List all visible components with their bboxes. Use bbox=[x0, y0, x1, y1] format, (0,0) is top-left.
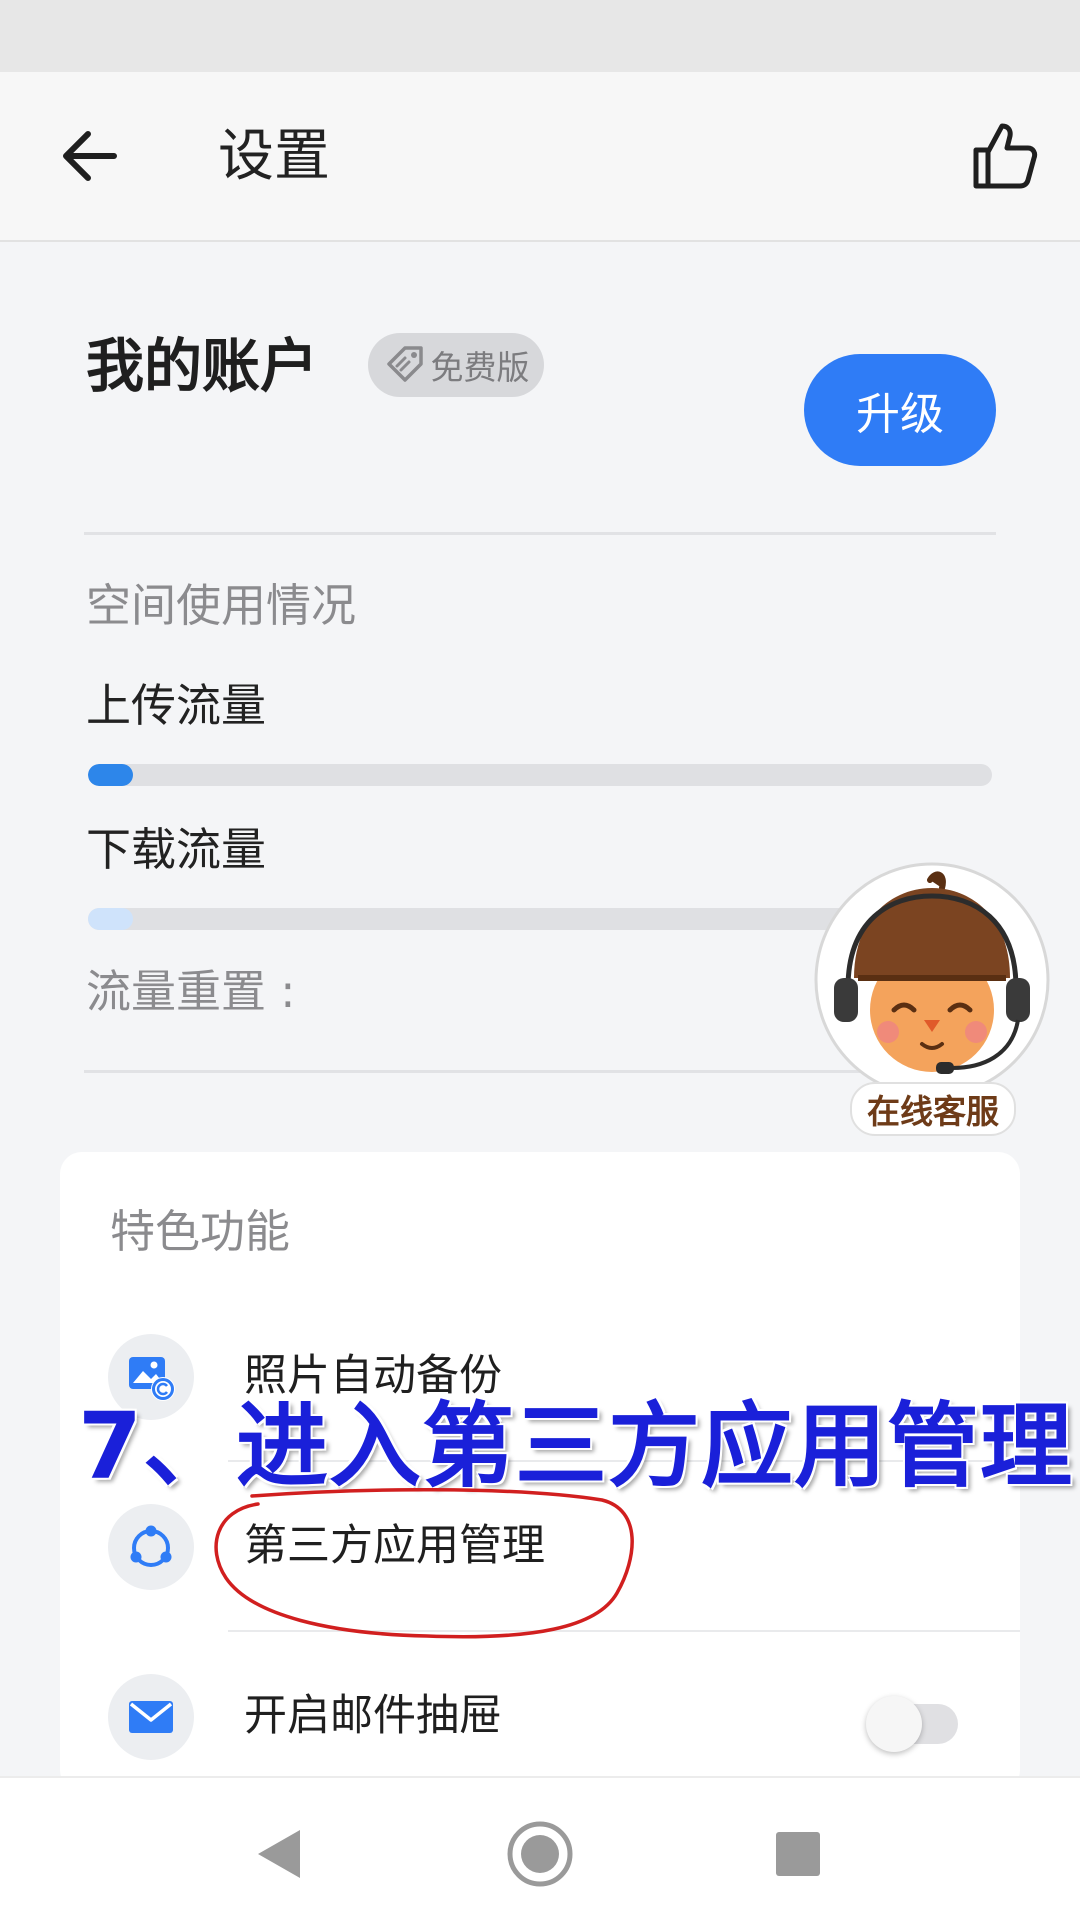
customer-service-mascot-icon bbox=[814, 862, 1050, 1098]
price-tag-icon bbox=[386, 346, 423, 382]
page-title: 设置 bbox=[218, 124, 330, 189]
app-bar: 设置 bbox=[0, 72, 1080, 242]
system-nav-bar bbox=[0, 1776, 1080, 1922]
nav-back-icon bbox=[258, 1830, 300, 1878]
traffic-reset-label: 流量重置 : bbox=[86, 965, 296, 1018]
upgrade-button[interactable]: 升级 bbox=[804, 354, 996, 466]
nav-back-button[interactable] bbox=[240, 1814, 320, 1894]
nav-home-button[interactable] bbox=[500, 1814, 580, 1894]
nav-recents-icon bbox=[776, 1832, 820, 1876]
like-button[interactable] bbox=[966, 118, 1042, 194]
status-bar bbox=[0, 0, 1080, 72]
annotation-circle bbox=[214, 1488, 634, 1639]
plan-badge: 免费版 bbox=[368, 333, 544, 397]
download-traffic-label: 下载流量 bbox=[86, 823, 267, 876]
customer-service-widget[interactable]: 在线客服 bbox=[812, 860, 1052, 1140]
third-party-apps-icon bbox=[108, 1504, 194, 1590]
mail-drawer-toggle[interactable] bbox=[866, 1696, 962, 1752]
toggle-knob bbox=[866, 1696, 922, 1752]
account-title: 我的账户 bbox=[86, 332, 319, 400]
plan-badge-label: 免费版 bbox=[430, 348, 530, 387]
nav-recents-button[interactable] bbox=[758, 1814, 838, 1894]
tutorial-annotation: 7、进入第三方应用管理 bbox=[78, 1393, 1074, 1500]
download-progress-fill bbox=[88, 908, 134, 930]
space-usage-title: 空间使用情况 bbox=[86, 579, 357, 632]
upload-progress-bar bbox=[88, 764, 992, 786]
account-divider bbox=[84, 532, 996, 535]
back-arrow-icon bbox=[63, 131, 117, 181]
upload-traffic-label: 上传流量 bbox=[86, 679, 267, 732]
mail-icon bbox=[108, 1674, 194, 1760]
customer-service-label: 在线客服 bbox=[850, 1082, 1016, 1136]
nav-home-icon bbox=[507, 1821, 573, 1887]
feature-label: 开启邮件抽屉 bbox=[244, 1691, 502, 1741]
thumbs-up-icon bbox=[973, 123, 1038, 189]
back-button[interactable] bbox=[52, 118, 128, 194]
features-title: 特色功能 bbox=[110, 1205, 291, 1258]
upload-progress-fill bbox=[88, 764, 134, 786]
